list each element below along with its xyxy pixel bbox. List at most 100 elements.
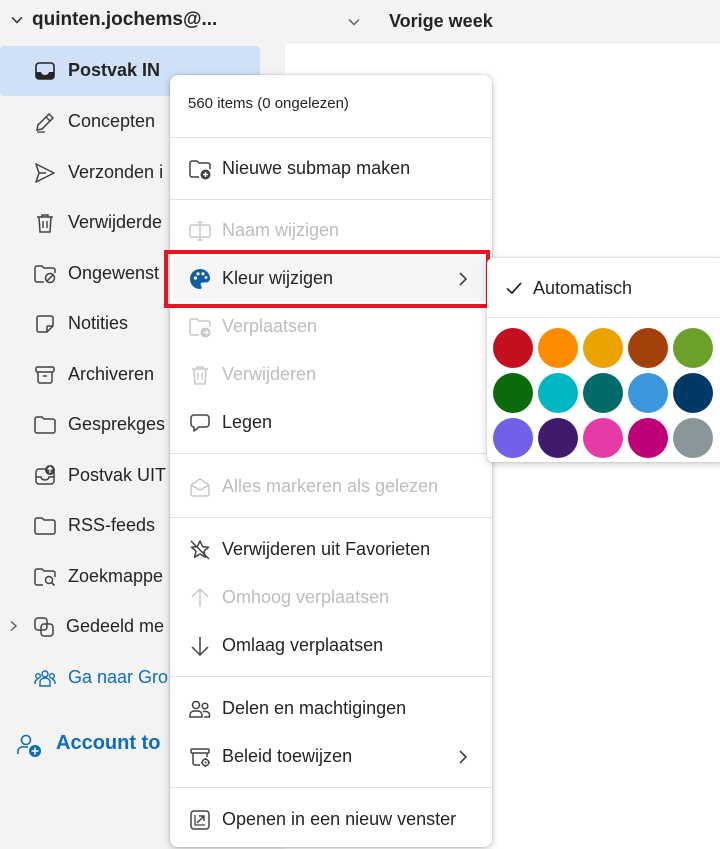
color-swatch[interactable] [628,418,668,458]
open-window-icon [190,810,210,830]
add-account-icon [17,734,41,757]
new-folder-icon [189,160,211,180]
chevron-down-icon[interactable] [347,15,361,29]
archive-icon [35,366,55,384]
menu-item-empty[interactable]: Legen [170,400,492,446]
item-count-info: 560 items (0 ongelezen) [188,95,349,112]
folder-label: Concepten [68,111,156,131]
color-swatch[interactable] [538,328,578,368]
color-swatch[interactable] [673,373,713,413]
move-folder-icon [189,318,211,338]
menu-separator [170,199,492,200]
menu-item-mark-all-read: Alles markeren als gelezen [170,464,492,510]
color-swatch[interactable] [538,418,578,458]
menu-item-change-color[interactable]: Kleur wijzigen [174,256,486,302]
people-icon [189,700,211,718]
folder-label: Postvak UIT [68,465,167,485]
folder-label: Ongewenst [68,263,160,283]
menu-item-delete: Verwijderen [170,352,492,398]
menu-item-remove-favorites[interactable]: Verwijderen uit Favorieten [170,527,492,573]
menu-item-label: Delen en machtigingen [222,698,407,718]
menu-separator [170,676,492,677]
folder-label: Gesprekges [68,414,166,434]
menu-item-label: Verwijderen uit Favorieten [222,539,431,559]
groups-icon [34,670,56,687]
color-swatch[interactable] [538,373,578,413]
folder-label: RSS-feeds [68,515,156,535]
color-swatch[interactable] [583,373,623,413]
palette-icon [190,269,210,289]
rename-icon [189,221,211,241]
color-swatch[interactable] [673,418,713,458]
list-group-header[interactable]: Vorige week [285,0,720,44]
menu-item-move-up: Omhoog verplaatsen [170,575,492,621]
pencil-icon [36,112,55,133]
trash-icon [37,214,53,233]
chevron-right-icon [459,750,468,764]
color-swatch[interactable] [583,328,623,368]
folder-label: Ga naar Gro [68,667,169,687]
checkmark-icon [506,282,522,295]
menu-item-assign-policy[interactable]: Beleid toewijzen [170,734,492,780]
menu-item-move-down[interactable]: Omlaag verplaatsen [170,623,492,669]
menu-item-rename: Naam wijzigen [170,208,492,254]
menu-item-label: Nieuwe submap maken [222,158,411,178]
menu-item-share-permissions[interactable]: Delen en machtigingen [170,686,492,732]
trash-icon [192,366,208,385]
color-swatch[interactable] [628,328,668,368]
menu-separator [170,137,492,138]
menu-item-label: Openen in een nieuw venster [222,809,457,829]
menu-item-label: Beleid toewijzen [222,746,353,766]
menu-item-label: Kleur wijzigen [222,268,334,288]
chevron-down-icon[interactable] [10,13,24,27]
policy-icon [190,748,210,767]
color-submenu: Automatisch [487,258,720,462]
star-off-icon [190,540,210,560]
folder-label: Zoekmappe [68,566,164,586]
color-swatch[interactable] [493,418,533,458]
account-name: quinten.jochems@... [32,9,218,30]
menu-item-label: Verplaatsen [222,316,318,336]
color-swatch[interactable] [628,373,668,413]
automatic-label: Automatisch [533,278,633,298]
empty-icon [190,414,210,432]
folder-label: Verwijderde [68,212,163,232]
menu-separator [170,517,492,518]
menu-item-label: Naam wijzigen [222,220,340,240]
note-icon [36,315,54,333]
chevron-right-icon [459,272,468,286]
menu-item-move: Verplaatsen [170,304,492,350]
color-swatch[interactable] [583,418,623,458]
menu-item-label: Omhoog verplaatsen [222,587,390,607]
color-swatch[interactable] [493,373,533,413]
menu-item-open-new-window[interactable]: Openen in een nieuw venster [170,797,492,843]
send-icon [35,163,55,183]
menu-item-new-subfolder[interactable]: Nieuwe submap maken [170,146,492,192]
chevron-right-icon[interactable] [6,619,20,633]
color-swatch[interactable] [673,328,713,368]
menu-separator [487,317,720,318]
menu-item-label: Omlaag verplaatsen [222,635,384,655]
outbox-icon [35,465,55,485]
menu-item-label: Alles markeren als gelezen [222,476,439,496]
color-swatch-grid [493,328,720,458]
folder-label: Postvak IN [68,60,161,80]
folder-label: Archiveren [68,364,155,384]
menu-separator [170,787,492,788]
color-swatch[interactable] [493,328,533,368]
folder-icon [34,517,56,535]
menu-item-label: Verwijderen [222,364,317,384]
folder-label: Notities [68,313,129,333]
search-folder-icon [34,568,56,587]
menu-item-label: Legen [222,412,273,432]
color-option-automatic[interactable]: Automatisch [487,268,720,310]
folder-icon [34,416,56,434]
shared-icon [34,617,54,637]
account-tools-label: Account to [56,732,161,754]
folder-label: Gedeeld me [66,616,165,636]
folder-label: Verzonden i [68,162,164,182]
account-header[interactable]: quinten.jochems@... [0,0,285,44]
arrow-up-icon [191,587,209,607]
group-title: Vorige week [389,11,493,31]
mark-read-icon [190,478,210,497]
